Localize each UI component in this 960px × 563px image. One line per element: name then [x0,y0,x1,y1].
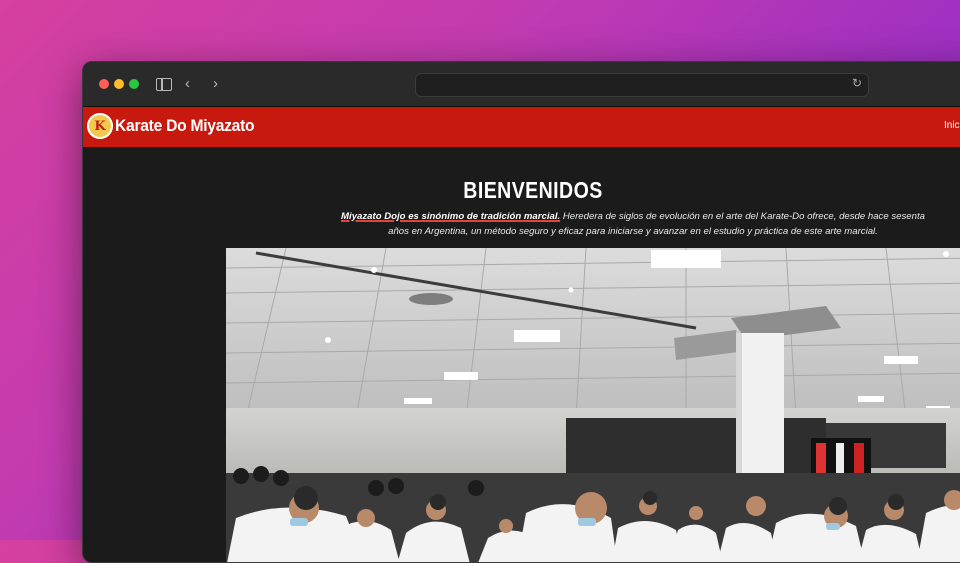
sidebar-icon[interactable] [156,78,172,91]
reload-icon[interactable]: ↻ [852,76,862,90]
maximize-window-button[interactable] [129,79,139,89]
logo-icon[interactable]: K [87,113,113,139]
browser-toolbar: ‹ › ↻ [83,62,960,107]
hero-photo [226,248,960,562]
minimize-window-button[interactable] [114,79,124,89]
site-header: K Karate Do Miyazato Inicio [83,107,960,147]
hero-photo-image [226,248,960,562]
intro-lead: Miyazato Dojo es sinónimo de tradición m… [341,211,561,222]
address-bar[interactable]: ↻ [415,73,869,97]
nav-link-inicio[interactable]: Inicio [944,120,960,131]
logo-letter: K [94,118,106,134]
web-page: K Karate Do Miyazato Inicio BIENVENIDOS … [83,107,960,562]
page-heading: BIENVENIDOS [463,177,603,203]
browser-window: ‹ › ↻ K Karate Do Miyazato Inicio BIENVE… [82,61,960,563]
site-title[interactable]: Karate Do Miyazato [115,116,255,136]
intro-paragraph: Miyazato Dojo es sinónimo de tradición m… [333,209,933,239]
close-window-button[interactable] [99,79,109,89]
chevron-right-icon[interactable]: › [213,74,218,94]
chevron-left-icon[interactable]: ‹ [185,74,190,94]
